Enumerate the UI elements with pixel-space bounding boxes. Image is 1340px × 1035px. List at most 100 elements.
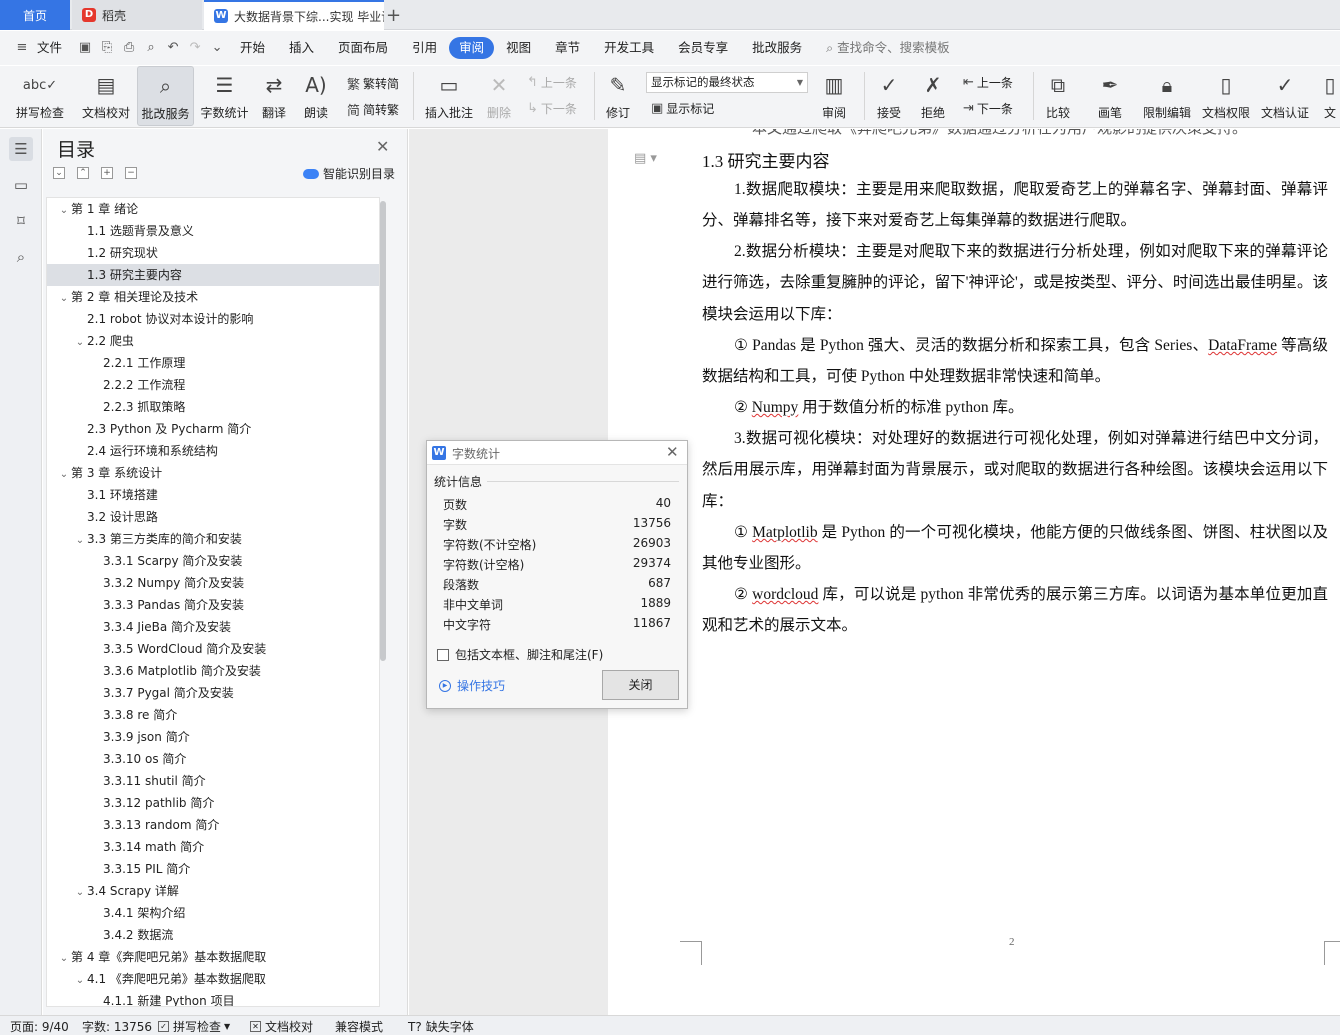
review-pane-button[interactable]: ▥ 审阅	[815, 66, 853, 126]
delete-comment-button[interactable]: ✕ 删除	[480, 66, 518, 126]
doc-permission-button[interactable]: ▯ 文档权限	[1198, 66, 1254, 126]
chevron-down-icon[interactable]: ⌄	[73, 882, 87, 904]
toc-item[interactable]: ⌄ 3.3 第三方类库的简介和安装	[47, 528, 379, 550]
spell-flagged-word[interactable]: Numpy	[752, 399, 799, 416]
tab-document[interactable]: W 大数据背景下综...实现 毕业论	[204, 0, 384, 30]
word-count-button[interactable]: ☰ 字数统计	[197, 66, 252, 126]
toc-item[interactable]: 3.3.13 random 简介	[47, 814, 379, 836]
print-preview-icon[interactable]: ⌕	[143, 40, 159, 56]
reject-button[interactable]: ✗ 拒绝	[914, 66, 952, 126]
search-icon[interactable]: ⌕	[9, 245, 33, 269]
remove-heading-icon[interactable]: −	[125, 167, 137, 179]
toc-item[interactable]: 3.3.9 json 简介	[47, 726, 379, 748]
toc-item[interactable]: 1.1 选题背景及意义	[47, 220, 379, 242]
prev-comment-button[interactable]: ↰ 上一条	[527, 74, 577, 91]
chevron-down-icon[interactable]: ⌄	[57, 288, 71, 310]
spell-flagged-word[interactable]: DataFrame	[1208, 337, 1277, 354]
chevron-down-icon[interactable]: ⌄	[73, 970, 87, 992]
menu-correction[interactable]: 批改服务	[740, 37, 814, 59]
toc-item[interactable]: 3.4.2 数据流	[47, 924, 379, 946]
section-nav-icon[interactable]: ▭	[9, 173, 33, 197]
toc-item[interactable]: 1.2 研究现状	[47, 242, 379, 264]
toc-item[interactable]: 3.3.3 Pandas 简介及安装	[47, 594, 379, 616]
toc-item[interactable]: ⌄ 第 3 章 系统设计	[47, 462, 379, 484]
word-count-indicator[interactable]: 字数: 13756	[82, 1018, 152, 1035]
toc-item[interactable]: 1.3 研究主要内容	[47, 264, 379, 286]
toc-item[interactable]: 3.3.6 Matplotlib 简介及安装	[47, 660, 379, 682]
print-icon[interactable]: ⎙	[121, 40, 137, 56]
toc-item[interactable]: 3.4.1 架构介绍	[47, 902, 379, 924]
next-change-button[interactable]: ⇥ 下一条	[963, 100, 1013, 117]
toc-item[interactable]: ⌄ 3.4 Scrapy 详解	[47, 880, 379, 902]
track-changes-button[interactable]: ✎ 修订	[600, 66, 636, 126]
chevron-down-icon[interactable]: ⌄	[209, 40, 225, 56]
document-page[interactable]: ▤ ▾ 本文通过爬取《奔爬吧兄弟》数据通过分析在为用户观影的提供决策支持。 1.…	[608, 129, 1340, 1015]
markup-state-select[interactable]: 显示标记的最终状态 ▼	[646, 72, 808, 93]
toc-item[interactable]: 3.3.7 Pygal 简介及安装	[47, 682, 379, 704]
dialog-title-bar[interactable]: W 字数统计 ✕	[427, 441, 687, 465]
toc-item[interactable]: 2.2.1 工作原理	[47, 352, 379, 374]
redo-icon[interactable]: ↷	[187, 40, 203, 56]
toc-item[interactable]: 3.3.14 math 简介	[47, 836, 379, 858]
toc-item[interactable]: 3.3.10 os 简介	[47, 748, 379, 770]
close-icon[interactable]: ✕	[666, 443, 679, 461]
spell-flagged-word[interactable]: wordcloud	[752, 586, 818, 603]
chevron-down-icon[interactable]: ⌄	[73, 332, 87, 354]
toc-item[interactable]: 3.3.11 shutil 简介	[47, 770, 379, 792]
menu-reference[interactable]: 引用	[400, 37, 449, 59]
toc-item[interactable]: 2.2.2 工作流程	[47, 374, 379, 396]
toc-item[interactable]: 2.3 Python 及 Pycharm 简介	[47, 418, 379, 440]
toc-item[interactable]: 3.2 设计思路	[47, 506, 379, 528]
toc-item[interactable]: 3.3.4 JieBa 简介及安装	[47, 616, 379, 638]
menu-view[interactable]: 视图	[494, 37, 543, 59]
trad-to-simp-button[interactable]: 繁繁转简	[347, 74, 399, 93]
menu-page-layout[interactable]: 页面布局	[326, 37, 400, 59]
menu-insert[interactable]: 插入	[277, 37, 326, 59]
toc-item[interactable]: ⌄ 2.2 爬虫	[47, 330, 379, 352]
prev-change-button[interactable]: ⇤ 上一条	[963, 74, 1013, 91]
correction-service-button[interactable]: ⌕ 批改服务	[137, 66, 194, 126]
toc-item[interactable]: ⌄ 第 2 章 相关理论及技术	[47, 286, 379, 308]
page-menu-icon[interactable]: ▤ ▾	[634, 151, 657, 166]
close-button[interactable]: 关闭	[602, 670, 679, 700]
toc-item[interactable]: 3.3.12 pathlib 简介	[47, 792, 379, 814]
menu-dev-tools[interactable]: 开发工具	[592, 37, 666, 59]
toc-item[interactable]: 3.3.1 Scarpy 简介及安装	[47, 550, 379, 572]
chevron-down-icon[interactable]: ⌄	[57, 200, 71, 222]
toc-item[interactable]: 4.1.1 新建 Python 项目	[47, 990, 379, 1006]
doc-cert-button[interactable]: ✓ 文档认证	[1256, 66, 1314, 126]
simp-to-trad-button[interactable]: 简简转繁	[347, 100, 399, 119]
command-search[interactable]: ⌕ 查找命令、搜索模板	[814, 37, 962, 59]
compat-mode[interactable]: 兼容模式	[335, 1018, 383, 1035]
toc-item[interactable]: 3.3.2 Numpy 简介及安装	[47, 572, 379, 594]
toc-item[interactable]: 3.3.5 WordCloud 简介及安装	[47, 638, 379, 660]
expand-up-icon[interactable]: ⌃	[77, 167, 89, 179]
toc-icon[interactable]: ☰	[9, 137, 33, 161]
doc-check-button[interactable]: ▤ 文档校对	[78, 66, 134, 126]
accept-button[interactable]: ✓ 接受	[870, 66, 908, 126]
pen-button[interactable]: ✒ 画笔	[1092, 66, 1128, 126]
toc-item[interactable]: 2.4 运行环境和系统结构	[47, 440, 379, 462]
show-markup-button[interactable]: ▣ 显示标记	[651, 100, 714, 117]
insert-comment-button[interactable]: ▭ 插入批注	[420, 66, 478, 126]
status-spellcheck[interactable]: ✓ 拼写检查 ▼	[158, 1018, 230, 1035]
toc-item[interactable]: ⌄ 第 4 章《奔爬吧兄弟》基本数据爬取	[47, 946, 379, 968]
menu-start[interactable]: 开始	[228, 37, 277, 59]
menu-member[interactable]: 会员专享	[666, 37, 740, 59]
translate-button[interactable]: ⇄ 翻译	[255, 66, 293, 126]
more-button[interactable]: ▯ 文	[1320, 66, 1340, 126]
collapse-all-icon[interactable]: ⌄	[53, 167, 65, 179]
add-heading-icon[interactable]: +	[101, 167, 113, 179]
missing-font[interactable]: T? 缺失字体	[408, 1018, 474, 1035]
save-icon[interactable]: ▣	[77, 40, 93, 56]
toc-item[interactable]: 2.2.3 抓取策略	[47, 396, 379, 418]
menu-chapter[interactable]: 章节	[543, 37, 592, 59]
tab-daoke[interactable]: D 稻壳	[72, 0, 202, 30]
compare-button[interactable]: ⧉ 比较	[1038, 66, 1078, 126]
new-tab-button[interactable]: +	[386, 5, 401, 26]
close-icon[interactable]: ✕	[376, 137, 389, 156]
toc-item[interactable]: 3.1 环境搭建	[47, 484, 379, 506]
export-icon[interactable]: ⎘	[99, 40, 115, 56]
tips-link[interactable]: ▶ 操作技巧	[439, 677, 505, 694]
spell-flagged-word[interactable]: Matplotlib	[752, 524, 817, 541]
